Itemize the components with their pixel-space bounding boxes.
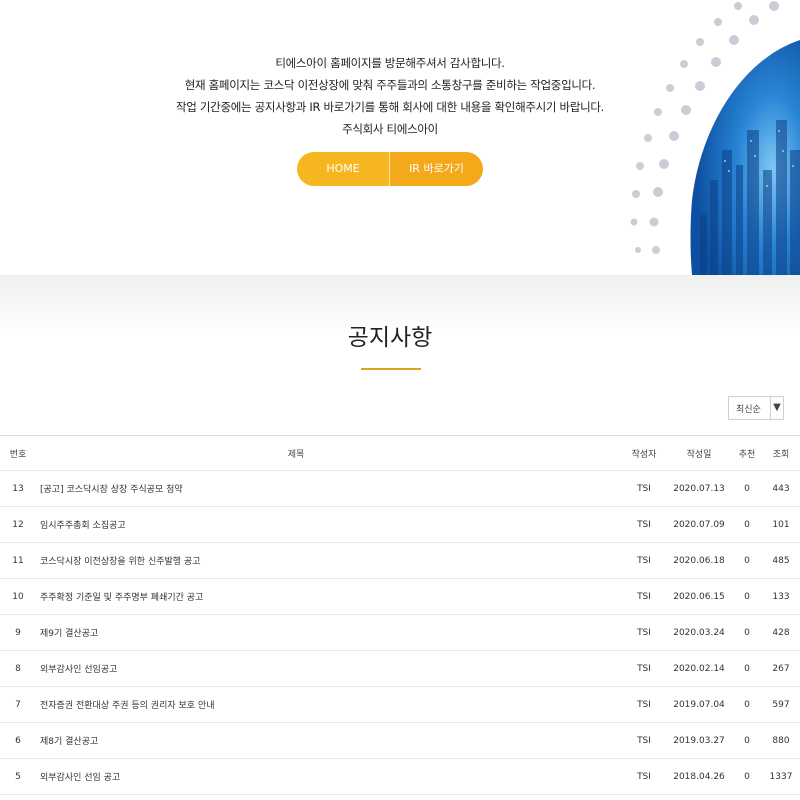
row-views: 133 (762, 578, 800, 615)
row-views: 443 (762, 470, 800, 507)
row-writer: TSI (622, 470, 666, 507)
row-recommend: 0 (732, 722, 762, 759)
row-recommend: 0 (732, 506, 762, 543)
row-subject-link[interactable]: 외부감사인 선임 공고 (36, 758, 622, 795)
row-subject-link[interactable]: 주주확정 기준일 및 주주명부 폐쇄기간 공고 (36, 578, 622, 615)
row-writer: TSI (622, 542, 666, 579)
row-num: 11 (0, 542, 36, 579)
title-underline (361, 368, 421, 370)
row-date: 2020.02.14 (666, 650, 732, 687)
row-writer: TSI (622, 578, 666, 615)
row-recommend: 0 (732, 578, 762, 615)
row-num: 9 (0, 614, 36, 651)
row-writer: TSI (622, 722, 666, 759)
row-subject-link[interactable]: 코스닥시장 이전상장을 위한 신주발행 공고 (36, 542, 622, 579)
table-header-row: 번호 제목 작성자 작성일 추천 조회 (0, 435, 800, 471)
notice-table: 번호 제목 작성자 작성일 추천 조회 13 [공고] 코스닥시장 상장 주식공… (0, 435, 800, 795)
home-button[interactable]: HOME (297, 152, 390, 186)
row-recommend: 0 (732, 542, 762, 579)
table-row[interactable]: 13 [공고] 코스닥시장 상장 주식공모 청약 TSI 2020.07.13 … (0, 470, 800, 507)
row-num: 8 (0, 650, 36, 687)
row-date: 2019.03.27 (666, 722, 732, 759)
row-writer: TSI (622, 506, 666, 543)
row-date: 2020.06.18 (666, 542, 732, 579)
table-row[interactable]: 5 외부감사인 선임 공고 TSI 2018.04.26 0 1337 (0, 758, 800, 795)
header-recommend: 추천 (732, 435, 762, 471)
table-row[interactable]: 7 전자증권 전환대상 주권 등의 권리자 보호 안내 TSI 2019.07.… (0, 686, 800, 723)
row-date: 2020.07.13 (666, 470, 732, 507)
row-subject-link[interactable]: [공고] 코스닥시장 상장 주식공모 청약 (36, 470, 622, 507)
hero-buttons: HOME IR 바로가기 (297, 152, 483, 186)
row-views: 880 (762, 722, 800, 759)
row-num: 7 (0, 686, 36, 723)
row-writer: TSI (622, 650, 666, 687)
globe-city-image (630, 1, 800, 275)
row-num: 5 (0, 758, 36, 795)
table-row[interactable]: 9 제9기 결산공고 TSI 2020.03.24 0 428 (0, 614, 800, 651)
row-subject-link[interactable]: 제9기 결산공고 (36, 614, 622, 651)
row-date: 2020.03.24 (666, 614, 732, 651)
row-writer: TSI (622, 758, 666, 795)
header-writer: 작성자 (622, 435, 666, 471)
header-date: 작성일 (666, 435, 732, 471)
row-writer: TSI (622, 614, 666, 651)
row-views: 485 (762, 542, 800, 579)
row-views: 428 (762, 614, 800, 651)
row-recommend: 0 (732, 614, 762, 651)
row-date: 2018.04.26 (666, 758, 732, 795)
row-date: 2019.07.04 (666, 686, 732, 723)
row-date: 2020.06.15 (666, 578, 732, 615)
row-views: 267 (762, 650, 800, 687)
table-row[interactable]: 6 제8기 결산공고 TSI 2019.03.27 0 880 (0, 722, 800, 759)
header-views: 조회 (762, 435, 800, 471)
page-title: 공지사항 (347, 325, 433, 351)
row-views: 597 (762, 686, 800, 723)
table-row[interactable]: 11 코스닥시장 이전상장을 위한 신주발행 공고 TSI 2020.06.18… (0, 542, 800, 579)
row-date: 2020.07.09 (666, 506, 732, 543)
row-num: 12 (0, 506, 36, 543)
row-writer: TSI (622, 686, 666, 723)
row-subject-link[interactable]: 전자증권 전환대상 주권 등의 권리자 보호 안내 (36, 686, 622, 723)
table-row[interactable]: 12 임시주주총회 소집공고 TSI 2020.07.09 0 101 (0, 506, 800, 543)
row-recommend: 0 (732, 686, 762, 723)
row-recommend: 0 (732, 758, 762, 795)
row-recommend: 0 (732, 470, 762, 507)
row-subject-link[interactable]: 제8기 결산공고 (36, 722, 622, 759)
table-row[interactable]: 8 외부감사인 선임공고 TSI 2020.02.14 0 267 (0, 650, 800, 687)
table-row[interactable]: 10 주주확정 기준일 및 주주명부 폐쇄기간 공고 TSI 2020.06.1… (0, 578, 800, 615)
hero-banner: 티에스아이 홈페이지를 방문해주셔서 감사합니다. 현재 홈페이지는 코스닥 이… (0, 0, 800, 275)
sort-select-value: 최신순 (736, 404, 761, 415)
row-num: 6 (0, 722, 36, 759)
row-recommend: 0 (732, 650, 762, 687)
ir-button[interactable]: IR 바로가기 (390, 152, 483, 186)
header-subject: 제목 (36, 435, 622, 471)
header-num: 번호 (0, 435, 36, 471)
row-views: 1337 (762, 758, 800, 795)
row-num: 13 (0, 470, 36, 507)
row-views: 101 (762, 506, 800, 543)
row-subject-link[interactable]: 임시주주총회 소집공고 (36, 506, 622, 543)
sort-select[interactable]: 최신순 ▼ (728, 396, 784, 420)
row-num: 10 (0, 578, 36, 615)
row-subject-link[interactable]: 외부감사인 선임공고 (36, 650, 622, 687)
chevron-down-icon: ▼ (770, 397, 783, 419)
